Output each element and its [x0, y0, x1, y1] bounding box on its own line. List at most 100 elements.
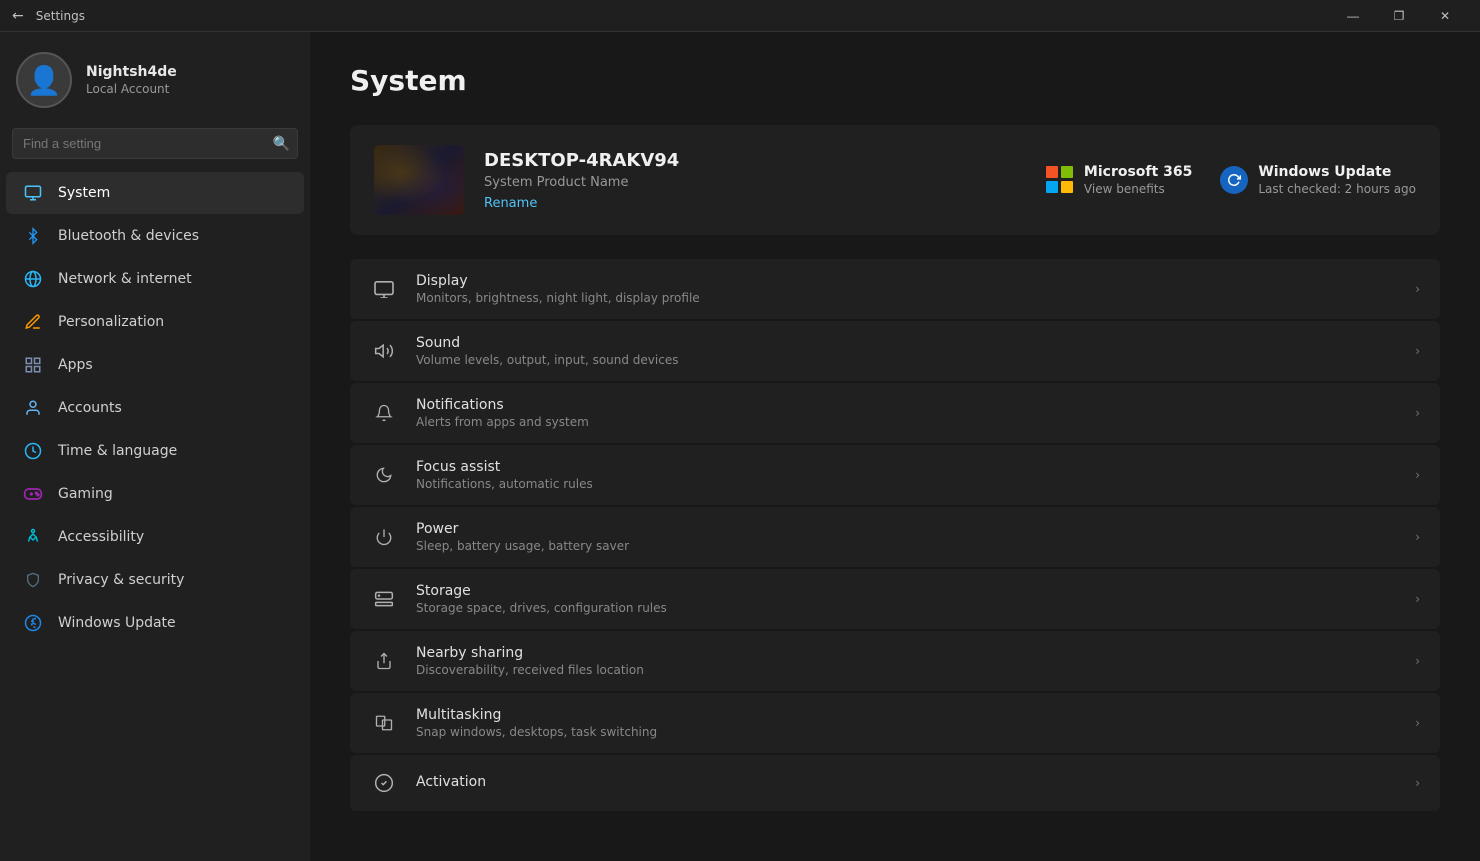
notifications-icon	[370, 399, 398, 427]
sidebar-item-system[interactable]: System	[6, 172, 304, 214]
user-info: Nightsh4de Local Account	[86, 64, 177, 96]
storage-desc: Storage space, drives, configuration rul…	[416, 601, 1397, 615]
nearby-icon	[370, 647, 398, 675]
settings-item-activation[interactable]: Activation ›	[350, 755, 1440, 811]
app-body: 👤 Nightsh4de Local Account 🔍 System	[0, 32, 1480, 861]
sidebar-label-network: Network & internet	[58, 271, 192, 287]
rename-link[interactable]: Rename	[484, 196, 1026, 211]
sidebar-item-accounts[interactable]: Accounts	[6, 387, 304, 429]
ms-blue-square	[1046, 181, 1058, 193]
maximize-button[interactable]: ❐	[1376, 0, 1422, 32]
windows-update-action[interactable]: Windows Update Last checked: 2 hours ago	[1220, 164, 1416, 196]
storage-text: Storage Storage space, drives, configura…	[416, 583, 1397, 615]
storage-label: Storage	[416, 583, 1397, 599]
focus-desc: Notifications, automatic rules	[416, 477, 1397, 491]
sound-label: Sound	[416, 335, 1397, 351]
focus-label: Focus assist	[416, 459, 1397, 475]
settings-item-sound[interactable]: Sound Volume levels, output, input, soun…	[350, 321, 1440, 381]
activation-chevron: ›	[1415, 776, 1420, 790]
settings-item-display[interactable]: Display Monitors, brightness, night ligh…	[350, 259, 1440, 319]
sidebar-item-privacy[interactable]: Privacy & security	[6, 559, 304, 601]
windows-update-text: Windows Update Last checked: 2 hours ago	[1258, 164, 1416, 196]
notifications-chevron: ›	[1415, 406, 1420, 420]
sound-text: Sound Volume levels, output, input, soun…	[416, 335, 1397, 367]
sidebar-item-update[interactable]: Windows Update	[6, 602, 304, 644]
minimize-button[interactable]: —	[1330, 0, 1376, 32]
focus-text: Focus assist Notifications, automatic ru…	[416, 459, 1397, 491]
sidebar: 👤 Nightsh4de Local Account 🔍 System	[0, 32, 310, 861]
back-button[interactable]: ←	[12, 8, 24, 24]
search-box[interactable]: 🔍	[12, 128, 298, 159]
update-icon	[22, 612, 44, 634]
sidebar-item-accessibility[interactable]: Accessibility	[6, 516, 304, 558]
search-icon: 🔍	[273, 136, 290, 152]
power-icon	[370, 523, 398, 551]
search-input[interactable]	[12, 128, 298, 159]
device-info: DESKTOP-4RAKV94 System Product Name Rena…	[484, 150, 1026, 211]
microsoft365-action[interactable]: Microsoft 365 View benefits	[1046, 164, 1192, 196]
display-text: Display Monitors, brightness, night ligh…	[416, 273, 1397, 305]
activation-label: Activation	[416, 774, 1397, 790]
close-button[interactable]: ✕	[1422, 0, 1468, 32]
time-icon	[22, 440, 44, 462]
settings-item-notifications[interactable]: Notifications Alerts from apps and syste…	[350, 383, 1440, 443]
sidebar-item-gaming[interactable]: Gaming	[6, 473, 304, 515]
storage-chevron: ›	[1415, 592, 1420, 606]
display-icon	[370, 275, 398, 303]
activation-text: Activation	[416, 774, 1397, 792]
notifications-desc: Alerts from apps and system	[416, 415, 1397, 429]
sidebar-item-personalization[interactable]: Personalization	[6, 301, 304, 343]
activation-icon	[370, 769, 398, 797]
accessibility-icon	[22, 526, 44, 548]
avatar: 👤	[16, 52, 72, 108]
microsoft365-label: Microsoft 365	[1084, 164, 1192, 180]
device-image	[374, 145, 464, 215]
notifications-text: Notifications Alerts from apps and syste…	[416, 397, 1397, 429]
sound-desc: Volume levels, output, input, sound devi…	[416, 353, 1397, 367]
sound-chevron: ›	[1415, 344, 1420, 358]
microsoft365-text: Microsoft 365 View benefits	[1084, 164, 1192, 196]
settings-item-nearby[interactable]: Nearby sharing Discoverability, received…	[350, 631, 1440, 691]
device-actions: Microsoft 365 View benefits Windows Upda…	[1046, 164, 1416, 196]
sidebar-item-network[interactable]: Network & internet	[6, 258, 304, 300]
notifications-label: Notifications	[416, 397, 1397, 413]
sidebar-item-bluetooth[interactable]: Bluetooth & devices	[6, 215, 304, 257]
microsoft365-sublabel: View benefits	[1084, 182, 1192, 196]
settings-item-storage[interactable]: Storage Storage space, drives, configura…	[350, 569, 1440, 629]
display-desc: Monitors, brightness, night light, displ…	[416, 291, 1397, 305]
sidebar-item-apps[interactable]: Apps	[6, 344, 304, 386]
sidebar-label-privacy: Privacy & security	[58, 572, 184, 588]
display-label: Display	[416, 273, 1397, 289]
settings-item-focus[interactable]: Focus assist Notifications, automatic ru…	[350, 445, 1440, 505]
settings-list: Display Monitors, brightness, night ligh…	[350, 259, 1440, 811]
settings-item-power[interactable]: Power Sleep, battery usage, battery save…	[350, 507, 1440, 567]
sidebar-label-bluetooth: Bluetooth & devices	[58, 228, 199, 244]
microsoft365-icon	[1046, 166, 1074, 194]
power-label: Power	[416, 521, 1397, 537]
settings-item-multitasking[interactable]: Multitasking Snap windows, desktops, tas…	[350, 693, 1440, 753]
network-icon	[22, 268, 44, 290]
power-desc: Sleep, battery usage, battery saver	[416, 539, 1397, 553]
user-section[interactable]: 👤 Nightsh4de Local Account	[0, 32, 310, 124]
sidebar-label-accounts: Accounts	[58, 400, 122, 416]
sidebar-item-time[interactable]: Time & language	[6, 430, 304, 472]
windows-update-icon	[1220, 166, 1248, 194]
multitasking-icon	[370, 709, 398, 737]
sidebar-label-personalization: Personalization	[58, 314, 164, 330]
multitasking-chevron: ›	[1415, 716, 1420, 730]
multitasking-desc: Snap windows, desktops, task switching	[416, 725, 1397, 739]
main-content: System DESKTOP-4RAKV94 System Product Na…	[310, 32, 1480, 861]
nearby-chevron: ›	[1415, 654, 1420, 668]
power-chevron: ›	[1415, 530, 1420, 544]
power-text: Power Sleep, battery usage, battery save…	[416, 521, 1397, 553]
window-controls: — ❐ ✕	[1330, 0, 1468, 32]
windows-update-sublabel: Last checked: 2 hours ago	[1258, 182, 1416, 196]
accounts-icon	[22, 397, 44, 419]
personalization-icon	[22, 311, 44, 333]
nearby-text: Nearby sharing Discoverability, received…	[416, 645, 1397, 677]
avatar-icon: 👤	[27, 64, 62, 97]
user-type: Local Account	[86, 82, 177, 96]
device-name: DESKTOP-4RAKV94	[484, 150, 1026, 171]
nearby-label: Nearby sharing	[416, 645, 1397, 661]
system-icon	[22, 182, 44, 204]
